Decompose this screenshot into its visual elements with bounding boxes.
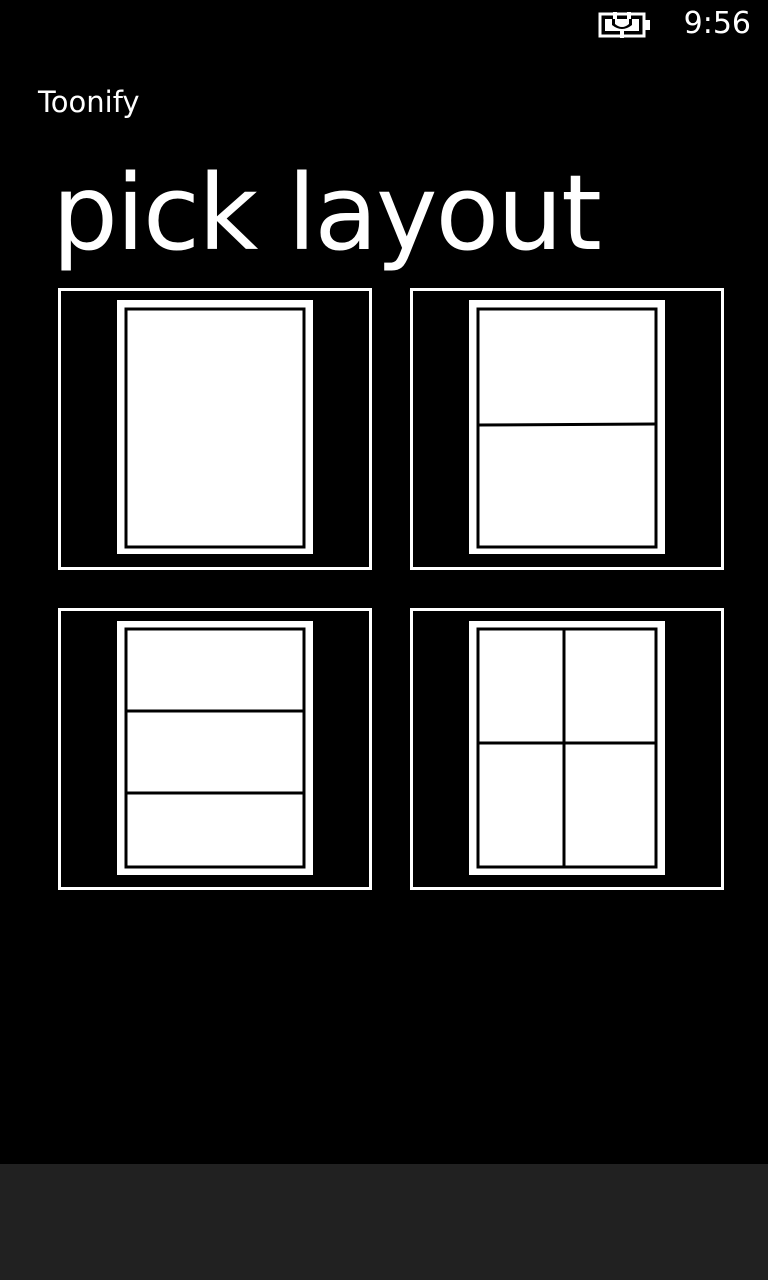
layout-2x2-grid-icon <box>469 621 665 875</box>
layout-1-panel-icon <box>117 300 313 554</box>
layout-option-two-rows[interactable] <box>410 288 724 570</box>
status-bar: 9:56 <box>0 0 768 52</box>
layout-3-rows-icon <box>117 621 313 875</box>
layout-option-single-panel[interactable] <box>58 288 372 570</box>
screen: 9:56 Toonify pick layout <box>0 0 768 1280</box>
layout-option-grid-2x2[interactable] <box>410 608 724 890</box>
battery-charging-icon <box>598 12 650 38</box>
layout-option-three-rows[interactable] <box>58 608 372 890</box>
page-title: pick layout <box>52 152 602 274</box>
app-title: Toonify <box>38 85 140 119</box>
layout-2-rows-icon <box>469 300 665 554</box>
status-time: 9:56 <box>683 6 751 41</box>
app-bar <box>0 1164 768 1280</box>
